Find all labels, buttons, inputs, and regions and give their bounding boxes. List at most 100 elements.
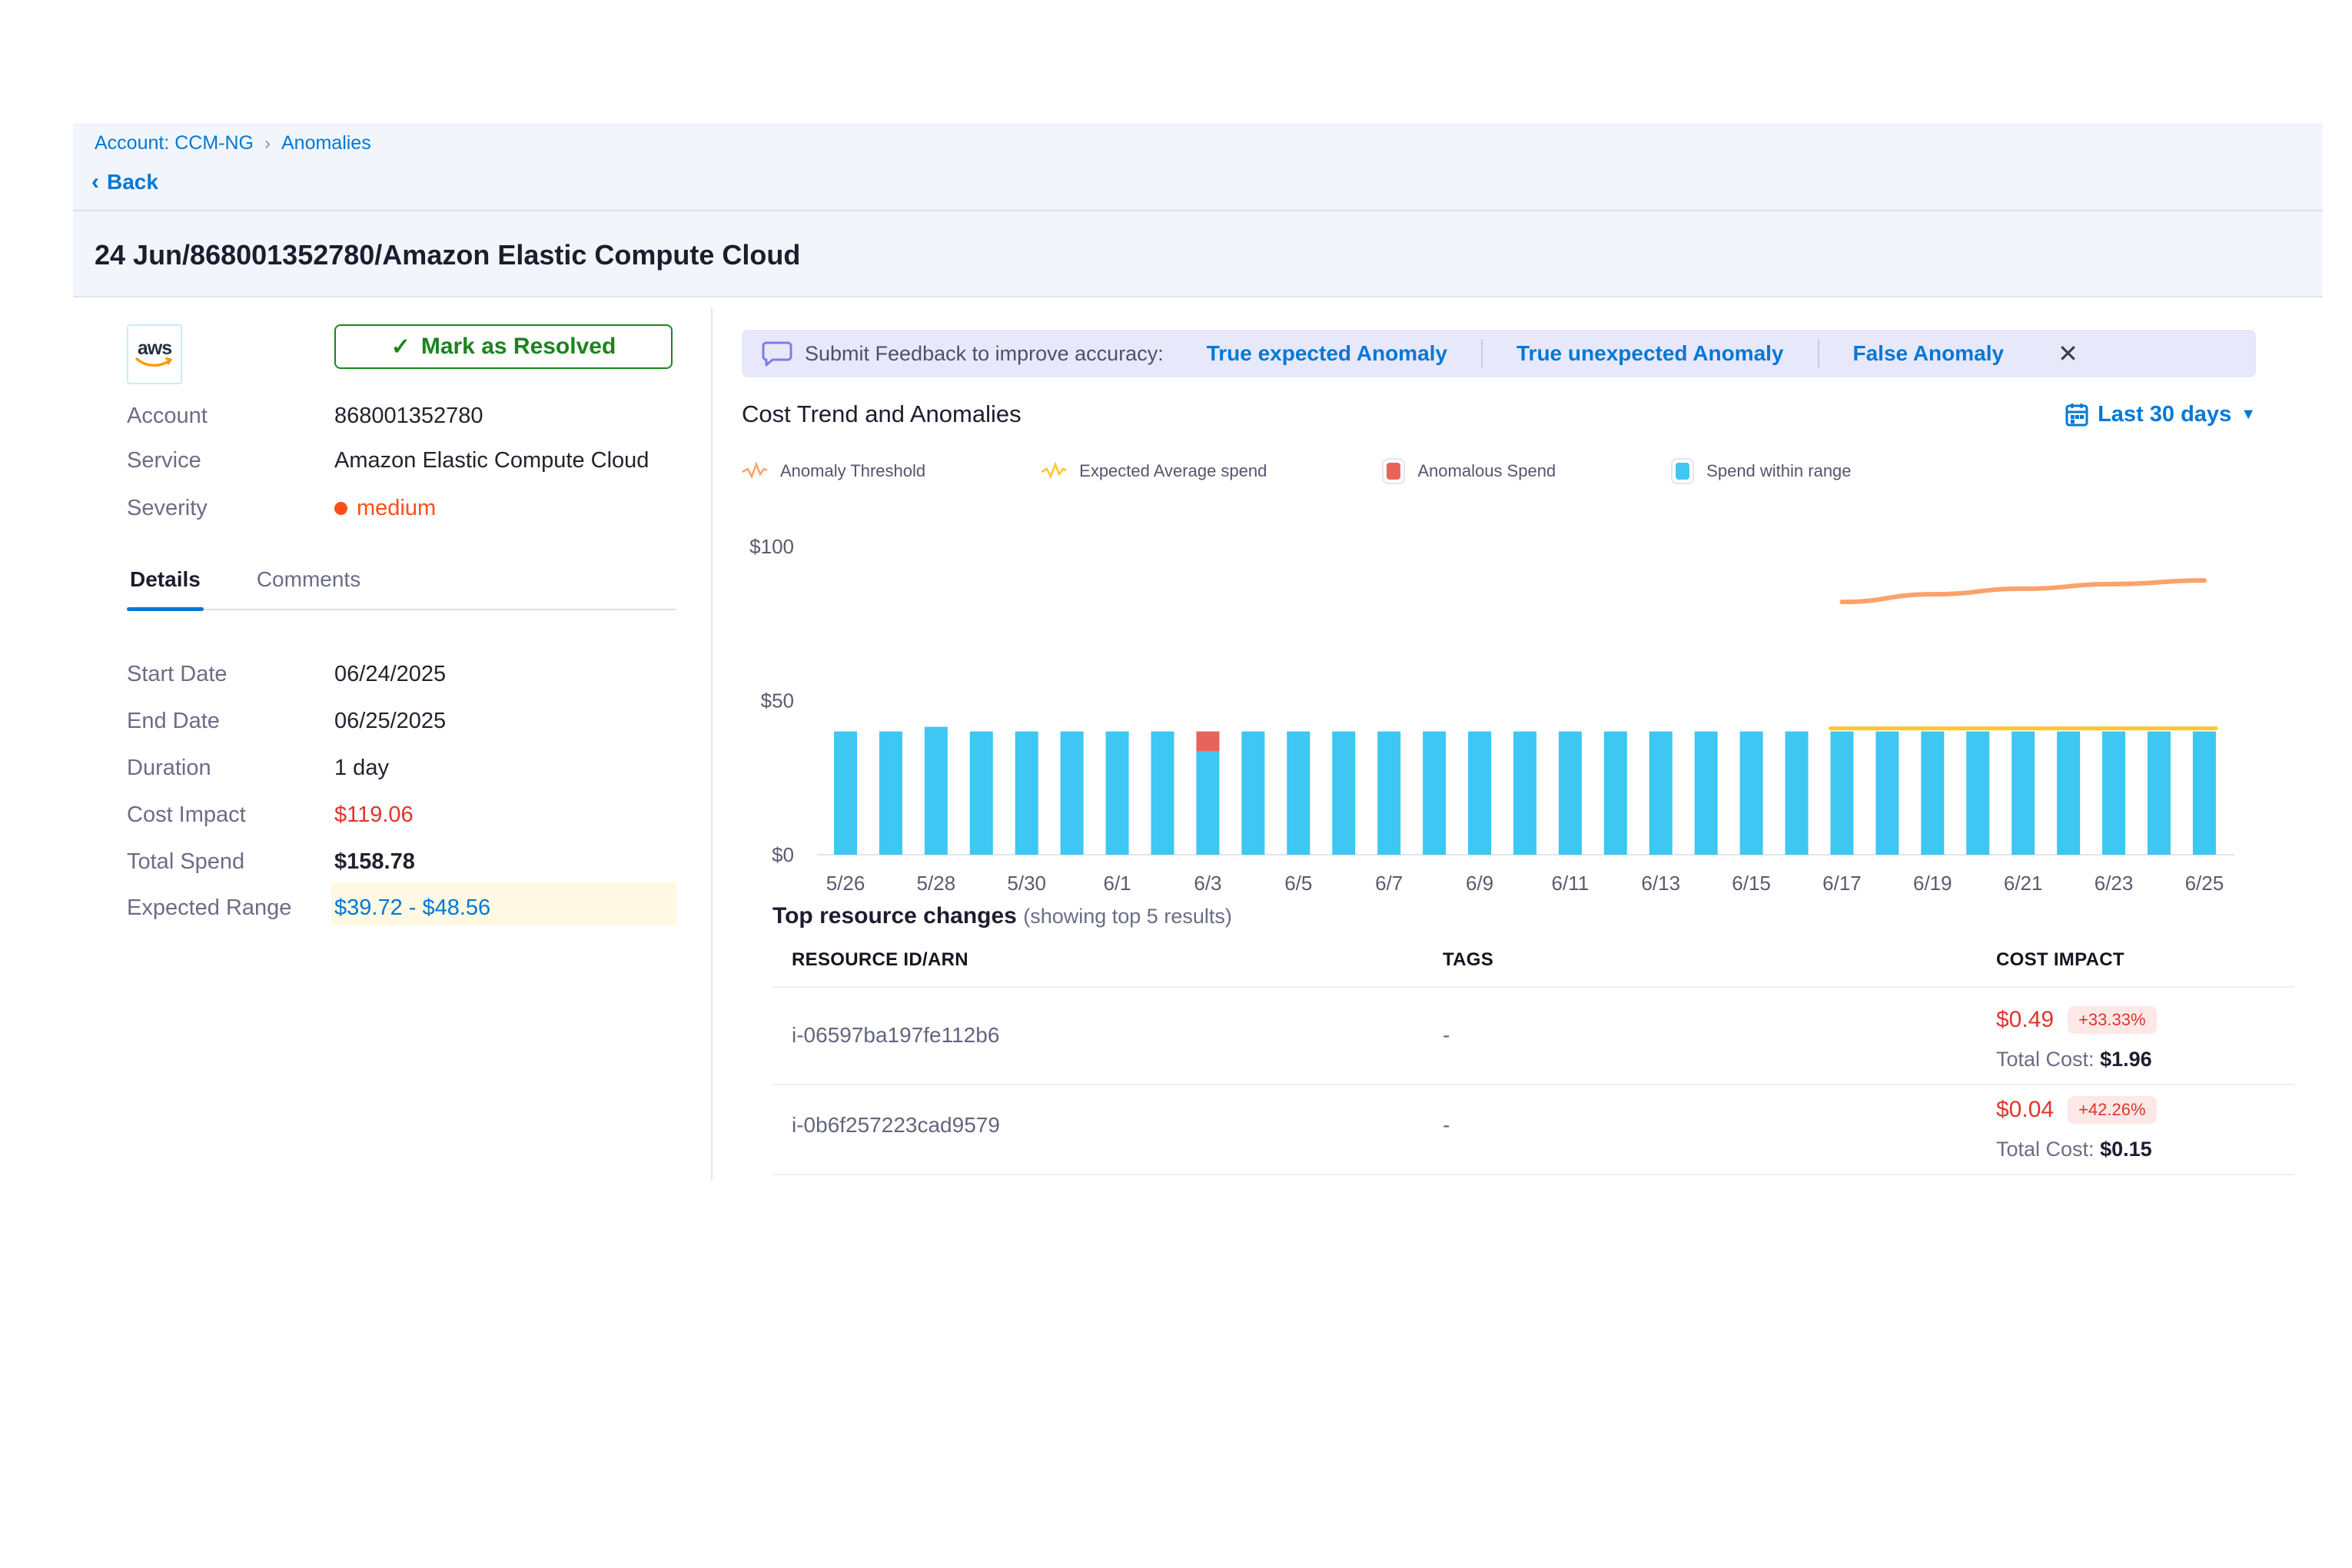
legend-square-icon — [1382, 458, 1405, 484]
table-divider — [772, 1174, 2294, 1175]
bar-6/1 — [1106, 732, 1129, 855]
aws-smile-icon — [135, 357, 174, 369]
field-label: Account — [127, 404, 334, 429]
legend-square-fill — [1676, 463, 1689, 480]
x-tick-label: 6/1 — [1104, 872, 1131, 895]
feedback-option[interactable]: False Anomaly — [1819, 341, 2038, 366]
bar-6/4 — [1241, 732, 1264, 855]
table-divider — [772, 986, 2294, 988]
back-label: Back — [107, 170, 158, 194]
tabs-divider — [127, 609, 676, 610]
total-cost: Total Cost: $0.15 — [1996, 1138, 2152, 1161]
aws-logo-text: aws — [138, 340, 171, 357]
aws-provider-logo: aws — [127, 324, 182, 384]
bar-6/7 — [1377, 732, 1400, 855]
breadcrumb-account-link[interactable]: Account: CCM-NG — [95, 132, 254, 154]
y-tick-label: $100 — [749, 535, 794, 558]
x-tick-label: 6/7 — [1375, 872, 1403, 895]
bar-6/17 — [1830, 732, 1853, 855]
x-tick-label: 6/25 — [2185, 872, 2224, 895]
x-tick-label: 6/19 — [1913, 872, 1952, 895]
detail-row: Expected Range$39.72 - $48.56 — [127, 893, 676, 922]
bar-6/12 — [1604, 732, 1627, 855]
field-label: Cost Impact — [127, 802, 334, 828]
cost-impact-percent-badge: +42.26% — [2068, 1096, 2156, 1124]
x-tick-label: 6/15 — [1732, 872, 1771, 895]
title-band: 24 Jun/868001352780/Amazon Elastic Compu… — [73, 210, 2323, 297]
resources-heading-sub: (showing top 5 results) — [1023, 905, 1232, 928]
breadcrumb: Account: CCM-NG › Anomalies — [95, 132, 371, 154]
field-label: Duration — [127, 756, 334, 781]
x-tick-label: 5/26 — [826, 872, 865, 895]
bar-6/19 — [1921, 732, 1944, 855]
legend-label: Anomaly Threshold — [780, 461, 925, 481]
bar-6/10 — [1513, 732, 1536, 855]
field-value: $119.06 — [334, 802, 414, 828]
resource-id-link[interactable]: i-06597ba197fe112b6 — [792, 1023, 999, 1048]
breadcrumb-anomalies-link[interactable]: Anomalies — [281, 132, 371, 154]
bar-5/29 — [970, 732, 993, 855]
legend-square-fill — [1387, 463, 1400, 480]
breadcrumb-chevron-icon: › — [264, 133, 271, 154]
bar-5/26 — [834, 732, 857, 855]
close-icon[interactable]: ✕ — [2058, 339, 2078, 368]
x-tick-label: 6/11 — [1552, 872, 1590, 895]
detail-row: Duration1 day — [127, 753, 676, 782]
x-tick-label: 6/23 — [2095, 872, 2134, 895]
bar-6/16 — [1786, 732, 1809, 855]
period-selector[interactable]: Last 30 days ▼ — [2065, 402, 2256, 427]
resource-tags: - — [1443, 1023, 1450, 1048]
x-tick-label: 6/13 — [1641, 872, 1680, 895]
legend-label: Spend within range — [1706, 461, 1851, 481]
mark-as-resolved-button[interactable]: ✓ Mark as Resolved — [334, 324, 673, 369]
bar-6/11 — [1559, 732, 1582, 855]
resource-tags: - — [1443, 1113, 1450, 1138]
chart-title: Cost Trend and Anomalies — [742, 400, 1022, 428]
chart-legend: Anomaly Threshold Expected Average spend A… — [742, 458, 1852, 484]
bar-6/9 — [1468, 732, 1491, 855]
feedback-option[interactable]: True unexpected Anomaly — [1483, 341, 1818, 366]
bar-6/14 — [1695, 732, 1718, 855]
legend-item: Anomaly Threshold — [742, 461, 925, 481]
back-button[interactable]: ‹ Back — [91, 169, 158, 195]
column-header-2: COST IMPACT — [1996, 949, 2124, 971]
bar-6/5 — [1287, 732, 1310, 855]
anomaly-threshold-line — [1842, 580, 2204, 602]
x-tick-label: 5/28 — [917, 872, 956, 895]
field-label: Service — [127, 448, 334, 473]
x-tick-label: 6/3 — [1194, 872, 1221, 895]
total-cost: Total Cost: $1.96 — [1996, 1048, 2152, 1071]
bar-5/31 — [1061, 732, 1084, 855]
breadcrumb-band: Account: CCM-NG › Anomalies ‹ Back — [73, 123, 2323, 210]
bar-6/22 — [2057, 732, 2080, 855]
bar-5/27 — [879, 732, 902, 855]
bar-6/13 — [1649, 732, 1673, 855]
chart-header: Cost Trend and Anomalies Last 30 days ▼ — [742, 400, 2256, 428]
legend-label: Expected Average spend — [1079, 461, 1267, 481]
feedback-bar: Submit Feedback to improve accuracy: Tru… — [742, 330, 2256, 377]
legend-wave-icon — [1041, 461, 1067, 481]
feedback-prompt: Submit Feedback to improve accuracy: — [805, 342, 1164, 366]
bar-6/21 — [2011, 732, 2035, 855]
cost-impact-value: $0.49 — [1996, 1007, 2054, 1033]
detail-row: Start Date06/24/2025 — [127, 659, 676, 689]
cost-impact: $0.04+42.26% — [1996, 1096, 2157, 1124]
tab-details[interactable]: Details — [127, 567, 204, 609]
field-value: Amazon Elastic Compute Cloud — [334, 448, 649, 473]
resources-heading-main: Top resource changes — [772, 903, 1017, 929]
y-tick-label: $0 — [772, 843, 794, 866]
total-cost-value: $1.96 — [2100, 1048, 2152, 1071]
summary-field-row: Account868001352780 — [127, 401, 676, 430]
legend-square-icon — [1671, 458, 1694, 484]
summary-field-row: Severitymedium — [127, 493, 676, 523]
total-cost-value: $0.15 — [2100, 1138, 2152, 1161]
bar-6/15 — [1740, 732, 1763, 855]
tab-comments[interactable]: Comments — [254, 567, 364, 609]
table-divider — [772, 1084, 2294, 1085]
feedback-option[interactable]: True expected Anomaly — [1173, 341, 1481, 366]
field-label: End Date — [127, 709, 334, 734]
legend-item: Anomalous Spend — [1382, 458, 1556, 484]
field-label: Severity — [127, 496, 334, 521]
resource-id-link[interactable]: i-0b6f257223cad9579 — [792, 1113, 1000, 1138]
bar-6/18 — [1875, 732, 1899, 855]
